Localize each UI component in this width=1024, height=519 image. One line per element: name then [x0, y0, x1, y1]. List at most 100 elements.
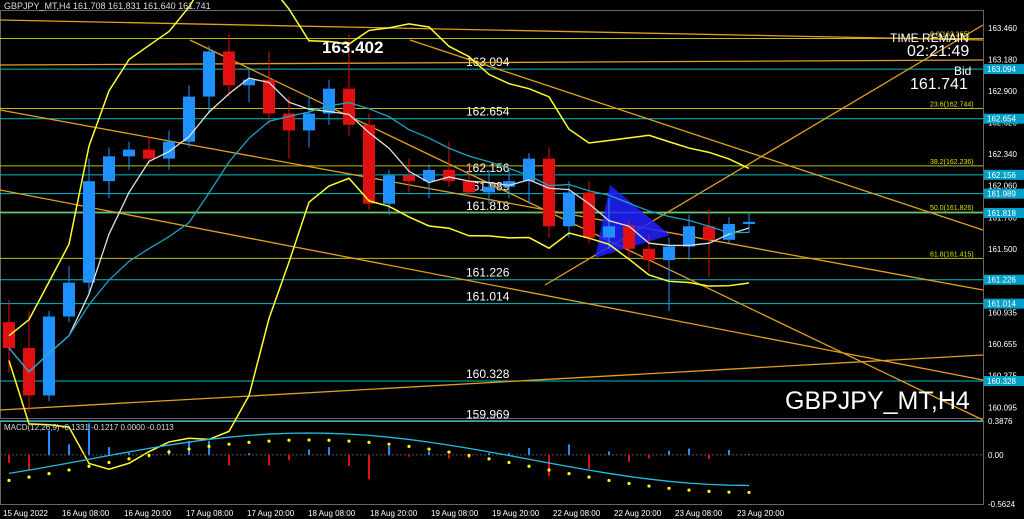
trend-line — [0, 19, 984, 41]
x-tick-label: 18 Aug 20:00 — [370, 509, 418, 518]
macd-signal-dot — [507, 460, 511, 465]
level-tag: 163.094 — [987, 65, 1016, 74]
candle-body — [583, 192, 595, 238]
level-tag: 161.226 — [987, 276, 1016, 285]
bid-value: 161.741 — [910, 76, 968, 93]
level-tag: 160.328 — [987, 377, 1016, 386]
macd-signal-dot — [167, 450, 171, 454]
macd-signal-dot — [447, 450, 451, 454]
y-tick-label: 160.095 — [988, 403, 1017, 412]
candle-body — [183, 96, 195, 142]
candle-body — [343, 88, 355, 125]
macd-signal-dot — [487, 457, 491, 461]
macd-signal-dot — [687, 488, 691, 492]
level-label: 161.818 — [466, 199, 510, 213]
x-tick-label: 22 Aug 20:00 — [614, 509, 662, 518]
candle-body — [43, 316, 55, 396]
macd-signal-dot — [547, 468, 551, 472]
level-tag: 161.014 — [987, 300, 1016, 309]
y-tick-label: 161.500 — [988, 245, 1017, 254]
macd-signal-dot — [27, 475, 31, 479]
y-tick-label: 162.340 — [988, 150, 1017, 159]
candle-body — [383, 175, 395, 204]
x-tick-label: 15 Aug 2022 — [3, 509, 48, 518]
y-tick-label: 160.655 — [988, 340, 1017, 349]
macd-signal-dot — [347, 439, 351, 443]
candle-body — [683, 226, 695, 247]
macd-signal-dot — [247, 440, 251, 444]
x-tick-label: 16 Aug 08:00 — [62, 509, 110, 518]
time-remain-value: 02:21:49 — [907, 43, 970, 60]
y-tick-label: 162.900 — [988, 87, 1017, 96]
macd-frame — [0, 420, 984, 505]
candle-body — [163, 141, 175, 159]
x-tick-label: 19 Aug 08:00 — [431, 509, 479, 518]
macd-signal-dot — [387, 442, 391, 446]
candle-body — [143, 149, 155, 159]
candle-body — [403, 175, 415, 182]
level-label: 162.156 — [466, 161, 510, 175]
level-label: 162.654 — [466, 105, 510, 119]
macd-signal-dot — [467, 453, 471, 457]
level-tag: 162.654 — [987, 115, 1016, 124]
candle-body — [323, 88, 335, 114]
macd-signal-dot — [287, 438, 291, 442]
x-tick-label: 23 Aug 20:00 — [737, 509, 785, 518]
trend-line — [0, 109, 984, 291]
x-tick-label: 16 Aug 20:00 — [124, 509, 172, 518]
macd-signal-dot — [67, 468, 71, 472]
x-tick-label: 17 Aug 20:00 — [247, 509, 295, 518]
y-tick-label: 160.935 — [988, 309, 1017, 318]
macd-label: MACD(12,26,9) -0.1331 -0.1217 0.0000 -0.… — [4, 423, 174, 432]
macd-signal-dot — [587, 475, 591, 479]
candle-body — [543, 158, 555, 227]
level-label: 159.969 — [466, 407, 510, 421]
level-tag: 162.156 — [987, 171, 1016, 180]
macd-signal-dot — [527, 464, 531, 468]
price-chart[interactable]: 163.460163.180162.900162.620162.340162.0… — [0, 0, 1024, 519]
macd-tick: -0.5624 — [988, 500, 1016, 509]
macd-signal-dot — [7, 478, 11, 482]
macd-signal-dot — [727, 490, 731, 494]
macd-signal-dot — [667, 486, 671, 490]
candle-body — [483, 186, 495, 193]
macd-line — [8, 432, 750, 487]
candle-body — [463, 181, 475, 193]
macd-signal-dot — [87, 464, 91, 468]
candle-body — [123, 149, 135, 157]
macd-signal-dot — [607, 478, 611, 483]
candle-body — [443, 169, 455, 182]
macd-signal-dot — [107, 460, 111, 465]
macd-signal-dot — [707, 489, 711, 493]
level-tag: 161.818 — [987, 209, 1016, 218]
x-tick-label: 22 Aug 08:00 — [553, 509, 601, 518]
plot-frame — [0, 10, 984, 419]
macd-signal-dot — [627, 481, 631, 486]
macd-signal-dot — [267, 439, 271, 443]
candle-body — [563, 192, 575, 227]
candle-body — [663, 246, 675, 261]
macd-signal-dot — [647, 484, 651, 488]
candle-body — [223, 51, 235, 86]
x-tick-label: 23 Aug 08:00 — [675, 509, 723, 518]
symbol-info: GBPJPY_MT,H4 161.708 161.831 161.640 161… — [4, 1, 211, 11]
x-tick-label: 18 Aug 08:00 — [308, 509, 356, 518]
level-label: 161.014 — [466, 290, 510, 304]
candle-body — [263, 79, 275, 114]
macd-signal-dot — [227, 442, 231, 446]
level-label: 161.226 — [466, 266, 510, 280]
x-tick-label: 19 Aug 20:00 — [492, 509, 540, 518]
candle-body — [103, 156, 115, 182]
macd-tick: 0.3876 — [988, 417, 1013, 426]
fib-label: 50.0(161.826) — [930, 205, 974, 212]
candle-body — [243, 79, 255, 86]
candle-body — [603, 226, 615, 238]
macd-signal-dot — [407, 444, 411, 449]
y-tick-label: 163.460 — [988, 24, 1017, 33]
macd-signal-dot — [207, 444, 211, 449]
level-tag: 161.989 — [987, 190, 1016, 199]
candle-body — [643, 248, 655, 261]
macd-signal-dot — [307, 438, 311, 442]
candle-body — [203, 51, 215, 97]
fib-label: 38.2(162.236) — [930, 159, 974, 166]
